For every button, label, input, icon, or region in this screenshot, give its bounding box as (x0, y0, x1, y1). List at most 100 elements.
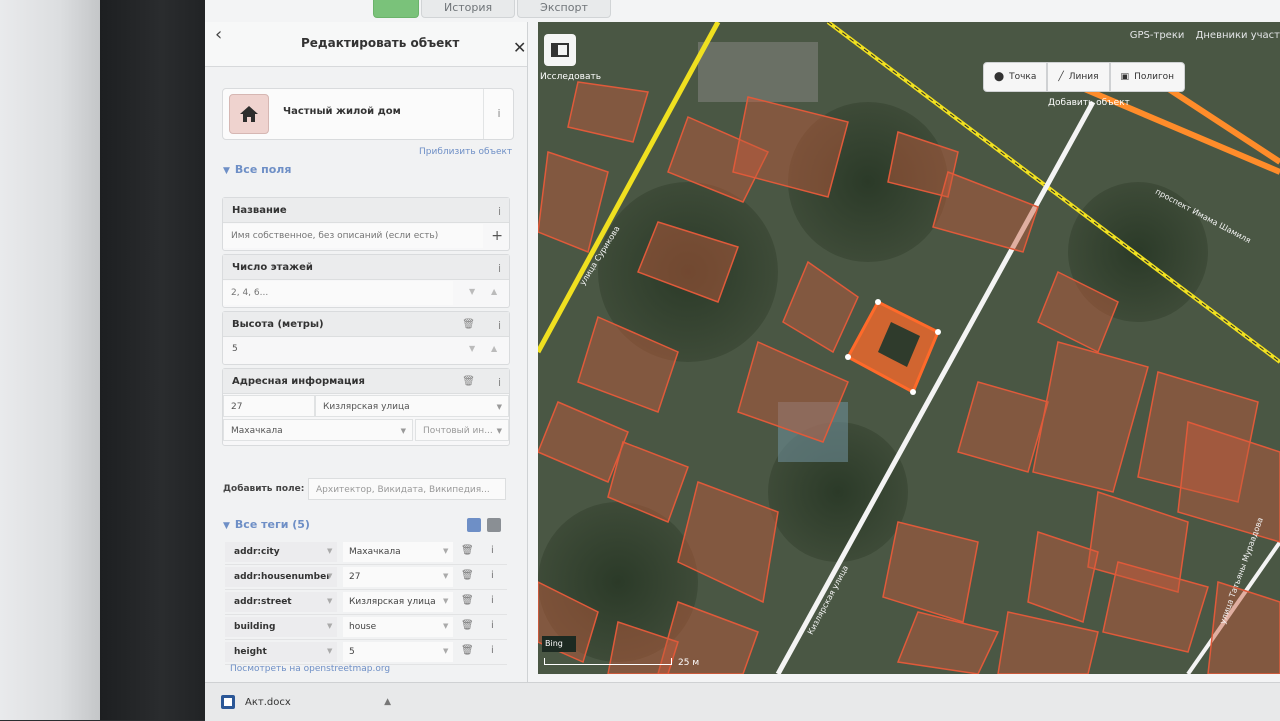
all-tags-toggle[interactable]: ▼ Все теги (5) (223, 518, 310, 531)
tag-key[interactable]: addr:street (225, 592, 337, 612)
street-input[interactable]: Кизлярская улица ▼ (315, 395, 509, 417)
monitor-bezel (100, 0, 212, 720)
tag-key[interactable]: addr:city (225, 542, 337, 562)
tag-row: building ▼ house ▼ 🗑 i (225, 615, 507, 640)
tag-row: addr:city ▼ Махачкала ▼ 🗑 i (225, 540, 507, 565)
info-icon[interactable]: i (498, 319, 501, 332)
info-icon[interactable]: i (491, 595, 494, 606)
close-icon[interactable]: ✕ (513, 38, 526, 57)
chevron-up-icon[interactable]: ▲ (384, 697, 391, 707)
top-tabs: История Экспорт (373, 0, 611, 18)
bing-attribution[interactable]: Bing (542, 636, 576, 652)
levels-stepper[interactable]: ▼ ▲ (459, 281, 509, 305)
city-value: Махачкала (231, 426, 283, 436)
table-view-icon[interactable] (467, 518, 481, 532)
user-diaries-link[interactable]: Дневники участ (1196, 30, 1280, 41)
levels-input[interactable] (223, 281, 453, 305)
text-view-icon[interactable] (487, 518, 501, 532)
taskbar: Акт.docx ▲ (205, 682, 1280, 721)
add-line-button[interactable]: ╱ Линия (1047, 62, 1110, 92)
name-label: Название (223, 198, 509, 223)
tag-value[interactable]: Кизлярская улица (343, 592, 453, 612)
panel-icon (551, 43, 569, 57)
zoom-to-object-link[interactable]: Приблизить объект (419, 147, 512, 157)
add-point-label: Точка (1009, 72, 1037, 82)
gps-traces-link[interactable]: GPS-треки (1130, 30, 1185, 41)
explore-label: Исследовать (540, 72, 602, 82)
trash-icon[interactable]: 🗑 (462, 376, 475, 387)
back-icon[interactable]: ‹ (215, 24, 222, 45)
background-wall (0, 0, 100, 720)
height-stepper[interactable]: ▼ ▲ (459, 338, 509, 362)
info-icon[interactable]: i (483, 89, 514, 139)
add-field-label: Добавить поле: (223, 484, 305, 494)
postcode-input[interactable]: Почтовый ин... ▼ (415, 419, 509, 441)
tag-key[interactable]: building (225, 617, 337, 637)
add-field-input[interactable]: Архитектор, Викидата, Википедия... (308, 478, 506, 500)
housenumber-input[interactable]: 27 (223, 395, 315, 417)
add-line-label: Линия (1068, 72, 1099, 82)
housenumber-value: 27 (231, 402, 243, 412)
trash-icon[interactable]: 🗑 (462, 319, 475, 330)
tag-key[interactable]: addr:housenumber (225, 567, 337, 587)
chevron-down-icon: ▼ (443, 572, 449, 580)
chevron-down-icon: ▼ (327, 597, 333, 605)
map-pin-icon: ⬤ (994, 72, 1005, 82)
trash-icon[interactable]: 🗑 (461, 620, 474, 631)
chevron-down-icon: ▼ (496, 427, 502, 435)
add-point-button[interactable]: ⬤ Точка (983, 62, 1048, 92)
levels-label: Число этажей (223, 255, 509, 280)
chevron-down-icon: ▼ (223, 166, 230, 176)
taskbar-item[interactable]: Акт.docx ▲ (221, 689, 391, 715)
add-object-label: Добавить объект (1048, 98, 1130, 108)
trash-icon[interactable]: 🗑 (461, 645, 474, 656)
tag-value[interactable]: 27 (343, 567, 453, 587)
tab-active[interactable] (373, 0, 419, 18)
all-fields-toggle[interactable]: ▼ Все поля (223, 163, 291, 176)
sidebar-header: ‹ Редактировать объект ✕ (205, 22, 527, 67)
trash-icon[interactable]: 🗑 (461, 545, 474, 556)
name-field: Название i + (222, 197, 510, 251)
tag-value[interactable]: 5 (343, 642, 453, 662)
house-icon (229, 94, 269, 134)
chevron-down-icon: ▼ (443, 647, 449, 655)
word-document-icon (221, 695, 235, 709)
name-input[interactable] (223, 224, 483, 248)
info-icon[interactable]: i (491, 620, 494, 631)
tab-history[interactable]: История (421, 0, 516, 18)
view-on-osm-link[interactable]: Посмотреть на openstreetmap.org (230, 664, 390, 674)
height-value[interactable]: 5 (232, 344, 238, 354)
info-icon[interactable]: i (498, 376, 501, 389)
tag-table: addr:city ▼ Махачкала ▼ 🗑 i addr:housenumbe… (225, 540, 507, 665)
add-area-button[interactable]: ▣ Полигон (1109, 62, 1186, 92)
preset-selector[interactable]: Частный жилой дом i (222, 88, 514, 140)
info-icon[interactable]: i (491, 645, 494, 656)
scale-label: 25 м (678, 658, 700, 668)
map-view[interactable]: GPS-треки Дневники участ Исследовать ⬤ То… (538, 22, 1280, 674)
info-icon[interactable]: i (498, 205, 501, 218)
tab-export[interactable]: Экспорт (517, 0, 611, 18)
bing-label: Bing (545, 639, 563, 648)
editor-window: История Экспорт ‹ Редактировать объект ✕… (205, 0, 1280, 720)
postcode-placeholder: Почтовый ин... (423, 426, 493, 436)
scale-bar (544, 658, 672, 665)
trash-icon[interactable]: 🗑 (461, 570, 474, 581)
polygon-icon: ▣ (1120, 72, 1130, 82)
levels-field: Число этажей i ▼▲ (222, 254, 510, 308)
info-icon[interactable]: i (491, 545, 494, 556)
tag-key[interactable]: height (225, 642, 337, 662)
tag-row: addr:street ▼ Кизлярская улица ▼ 🗑 i (225, 590, 507, 615)
trash-icon[interactable]: 🗑 (461, 595, 474, 606)
sidebar-title: Редактировать объект (301, 36, 460, 50)
street-value: Кизлярская улица (323, 402, 410, 412)
satellite-imagery (538, 22, 1280, 674)
chevron-down-icon: ▼ (327, 647, 333, 655)
info-icon[interactable]: i (498, 262, 501, 275)
info-icon[interactable]: i (491, 570, 494, 581)
city-input[interactable]: Махачкала ▼ (223, 419, 413, 441)
tag-value[interactable]: Махачкала (343, 542, 453, 562)
add-language-icon[interactable]: + (491, 228, 503, 244)
tag-value[interactable]: house (343, 617, 453, 637)
tag-row: height ▼ 5 ▼ 🗑 i (225, 640, 507, 665)
explore-button[interactable] (544, 34, 576, 66)
